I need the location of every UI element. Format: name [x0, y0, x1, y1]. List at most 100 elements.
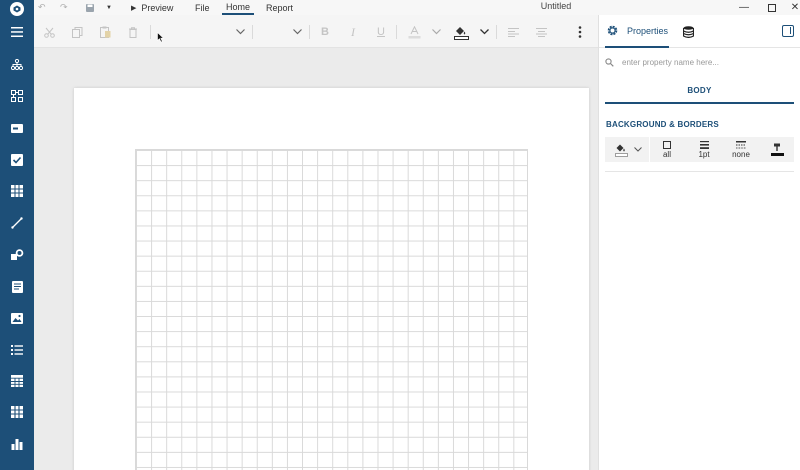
- font-color-dropdown[interactable]: [430, 23, 442, 41]
- italic-button[interactable]: I: [346, 23, 360, 41]
- gear-icon: [607, 25, 618, 36]
- underline-button[interactable]: U: [374, 23, 388, 41]
- align-left-button[interactable]: [506, 23, 520, 41]
- undo-button[interactable]: ↶: [38, 0, 46, 15]
- border-style-label: none: [732, 149, 750, 159]
- background-color-button[interactable]: [452, 23, 470, 41]
- body-tab[interactable]: BODY: [605, 82, 794, 104]
- copy-button[interactable]: [70, 23, 84, 41]
- underline-icon: U: [377, 26, 385, 38]
- bar-chart-icon: [11, 439, 23, 450]
- paste-button[interactable]: [98, 23, 112, 41]
- properties-panel: Properties BODY BACKGROUND & BORDERS all…: [599, 15, 800, 470]
- design-canvas[interactable]: [34, 48, 598, 470]
- font-color-button[interactable]: [406, 23, 422, 41]
- data-tree-button[interactable]: [0, 50, 34, 78]
- bold-icon: B: [321, 26, 329, 38]
- tab-properties[interactable]: Properties: [605, 15, 669, 48]
- border-width-button[interactable]: 1pt: [689, 137, 719, 162]
- menu-tab-file[interactable]: File: [195, 0, 210, 15]
- matrix-tool-button[interactable]: [0, 398, 34, 426]
- hamburger-menu-button[interactable]: [0, 18, 34, 46]
- checkbox-icon: [11, 154, 23, 166]
- more-options-button[interactable]: [574, 23, 586, 41]
- cut-icon: [43, 27, 55, 38]
- layout-button[interactable]: [0, 82, 34, 110]
- table-grid-tool-button[interactable]: [0, 367, 34, 395]
- maximize-icon: [768, 3, 776, 12]
- menu-tab-label: Home: [226, 1, 251, 12]
- save-icon: [86, 3, 94, 12]
- bold-button[interactable]: B: [318, 23, 332, 41]
- save-dropdown-button[interactable]: ▼: [106, 0, 112, 15]
- save-button[interactable]: [86, 0, 94, 15]
- report-body-grid[interactable]: [135, 149, 528, 470]
- align-center-button[interactable]: [534, 23, 548, 41]
- border-style-button[interactable]: none: [724, 137, 758, 162]
- background-fill-button[interactable]: [609, 137, 647, 162]
- border-style-icon: [736, 140, 746, 148]
- line-tool-button[interactable]: [0, 209, 34, 237]
- textbox-tool-button[interactable]: [0, 114, 34, 142]
- border-sides-button[interactable]: all: [652, 137, 682, 162]
- play-icon: ▶: [131, 4, 137, 12]
- table-grid-icon: [11, 375, 23, 387]
- tab-properties-label: Properties: [627, 25, 669, 36]
- menu-tab-label: File: [195, 2, 210, 13]
- list-icon: [11, 345, 23, 355]
- border-width-icon: [699, 140, 709, 149]
- matrix-icon: [11, 406, 23, 418]
- checkbox-tool-button[interactable]: [0, 146, 34, 174]
- border-sides-label: all: [662, 149, 671, 159]
- chevron-down-icon: [235, 29, 245, 35]
- menu-tab-home[interactable]: Home: [222, 0, 255, 15]
- redo-icon: ↷: [60, 2, 68, 12]
- search-input[interactable]: [622, 57, 782, 67]
- richtext-tool-button[interactable]: [0, 273, 34, 301]
- chevron-down-icon: [633, 147, 642, 152]
- delete-button[interactable]: [126, 23, 140, 41]
- copy-icon: [71, 26, 82, 38]
- window-title: Untitled: [540, 1, 572, 11]
- align-center-icon: [535, 27, 547, 37]
- chart-tool-button[interactable]: [0, 430, 34, 458]
- redo-button[interactable]: ↷: [60, 0, 68, 15]
- home-toolbar: B I U: [34, 15, 598, 48]
- cut-button[interactable]: [42, 23, 56, 41]
- report-page[interactable]: [74, 88, 589, 470]
- minimize-button[interactable]: —: [734, 0, 754, 15]
- shapes-tool-button[interactable]: [0, 241, 34, 269]
- property-search: [605, 51, 793, 73]
- border-color-button[interactable]: [765, 137, 789, 162]
- menu-tab-report[interactable]: Report: [266, 0, 293, 15]
- collapse-panel-button[interactable]: [782, 25, 794, 37]
- font-family-dropdown[interactable]: [234, 23, 246, 41]
- font-color-icon: [408, 25, 420, 38]
- paint-bucket-icon: [614, 144, 628, 157]
- paint-bucket-icon: [453, 26, 469, 40]
- tab-data[interactable]: [683, 15, 697, 48]
- sidebar: [0, 0, 34, 470]
- preview-button[interactable]: ▶ Preview: [131, 0, 173, 15]
- font-size-dropdown[interactable]: [291, 23, 303, 41]
- section-title: BACKGROUND & BORDERS: [606, 120, 719, 129]
- close-button[interactable]: ✕: [785, 0, 800, 15]
- app-logo: [10, 2, 24, 16]
- table-tool-button[interactable]: [0, 177, 34, 205]
- caret-down-icon: ▼: [106, 4, 112, 11]
- chevron-down-icon: [431, 29, 441, 35]
- preview-label: Preview: [141, 2, 174, 13]
- border-settings-row: all 1pt none: [605, 137, 794, 162]
- background-color-dropdown[interactable]: [478, 23, 490, 41]
- list-tool-button[interactable]: [0, 336, 34, 364]
- mouse-cursor-icon: [157, 31, 165, 46]
- border-all-icon: [663, 140, 671, 149]
- database-icon: [683, 25, 694, 38]
- image-tool-button[interactable]: [0, 304, 34, 332]
- close-icon: ✕: [790, 2, 800, 13]
- border-color-icon: [770, 143, 784, 156]
- image-icon: [11, 312, 23, 324]
- panel-tab-bar: Properties: [599, 15, 800, 48]
- maximize-button[interactable]: [762, 0, 782, 15]
- trash-icon: [129, 26, 137, 38]
